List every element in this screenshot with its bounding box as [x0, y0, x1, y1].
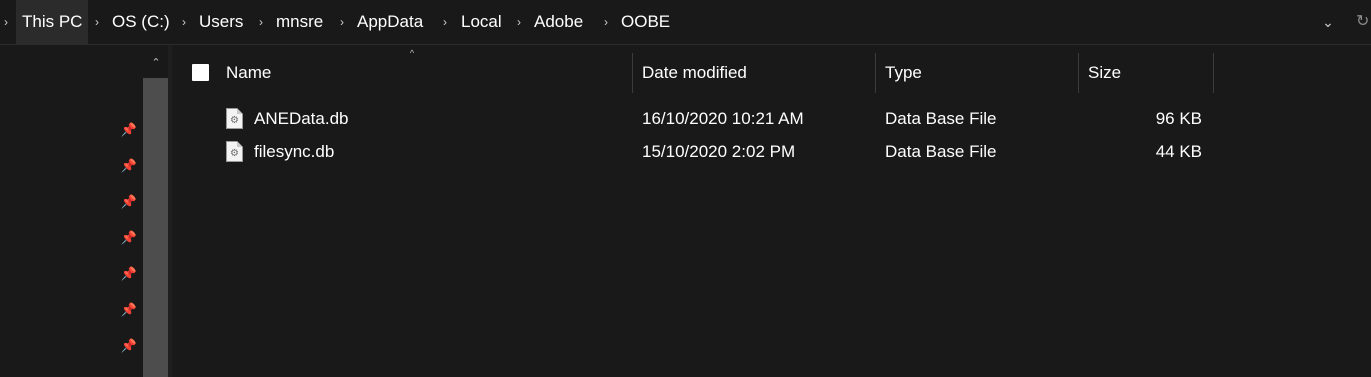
sort-ascending-icon: ^ [409, 48, 415, 58]
column-header-size[interactable]: Size [1088, 53, 1121, 93]
column-header-date-modified[interactable]: Date modified [642, 53, 747, 93]
file-list: ^ Name Date modified Type Size ⚙ ANEData… [172, 45, 1371, 377]
pin-icon[interactable]: 📌 [120, 157, 138, 175]
breadcrumb-users[interactable]: Users [199, 0, 243, 44]
navigation-pane: ⌃ 📌 📌 📌 📌 📌 📌 📌 [0, 45, 168, 377]
breadcrumb-mnsre[interactable]: mnsre [276, 0, 323, 44]
column-header-name[interactable]: Name [226, 53, 271, 93]
column-divider[interactable] [632, 53, 633, 93]
column-header-type[interactable]: Type [885, 53, 922, 93]
database-file-icon: ⚙ [226, 108, 243, 129]
chevron-right-icon[interactable]: › [602, 14, 610, 30]
file-name[interactable]: ANEData.db [254, 102, 349, 136]
file-size: 96 KB [1155, 109, 1202, 128]
pin-icon[interactable]: 📌 [120, 193, 138, 211]
address-bar[interactable]: › This PC › OS (C:) › Users › mnsre › Ap… [0, 0, 1371, 45]
chevron-right-icon[interactable]: › [515, 14, 523, 30]
column-divider[interactable] [1078, 53, 1079, 93]
file-date-modified: 15/10/2020 2:02 PM [642, 142, 796, 161]
gear-icon: ⚙ [230, 115, 239, 126]
address-history-dropdown-icon[interactable]: ⌄ [1316, 10, 1340, 34]
file-row[interactable]: ⚙ filesync.db 15/10/2020 2:02 PM Data Ba… [172, 135, 1371, 169]
breadcrumb-this-pc[interactable]: This PC [16, 0, 89, 44]
chevron-right-icon[interactable]: › [441, 14, 449, 30]
pin-icon[interactable]: 📌 [120, 337, 138, 355]
pin-icon[interactable]: 📌 [120, 265, 138, 283]
breadcrumb-local[interactable]: Local [461, 0, 502, 44]
refresh-icon[interactable]: ↻ [1356, 10, 1371, 34]
database-file-icon: ⚙ [226, 141, 243, 162]
file-size: 44 KB [1155, 142, 1202, 161]
chevron-right-icon[interactable]: › [338, 14, 346, 30]
column-divider[interactable] [875, 53, 876, 93]
select-all-checkbox[interactable] [192, 64, 209, 81]
gear-icon: ⚙ [230, 148, 239, 159]
file-row[interactable]: ⚙ ANEData.db 16/10/2020 10:21 AM Data Ba… [172, 102, 1371, 136]
pin-icon[interactable]: 📌 [120, 229, 138, 247]
breadcrumb-os-c[interactable]: OS (C:) [112, 0, 170, 44]
breadcrumb-adobe[interactable]: Adobe [534, 0, 583, 44]
navigation-scrollbar-thumb[interactable] [143, 78, 168, 377]
chevron-right-icon[interactable]: › [2, 14, 10, 30]
chevron-right-icon[interactable]: › [93, 14, 101, 30]
breadcrumb-appdata[interactable]: AppData [357, 0, 423, 44]
file-date-modified: 16/10/2020 10:21 AM [642, 109, 804, 128]
file-type: Data Base File [885, 109, 997, 128]
pin-icon[interactable]: 📌 [120, 121, 138, 139]
file-type: Data Base File [885, 142, 997, 161]
chevron-right-icon[interactable]: › [180, 14, 188, 30]
scroll-up-icon[interactable]: ⌃ [146, 55, 166, 71]
file-name[interactable]: filesync.db [254, 135, 334, 169]
pin-icon[interactable]: 📌 [120, 301, 138, 319]
chevron-right-icon[interactable]: › [257, 14, 265, 30]
column-divider[interactable] [1213, 53, 1214, 93]
breadcrumb-oobe[interactable]: OOBE [621, 0, 670, 44]
